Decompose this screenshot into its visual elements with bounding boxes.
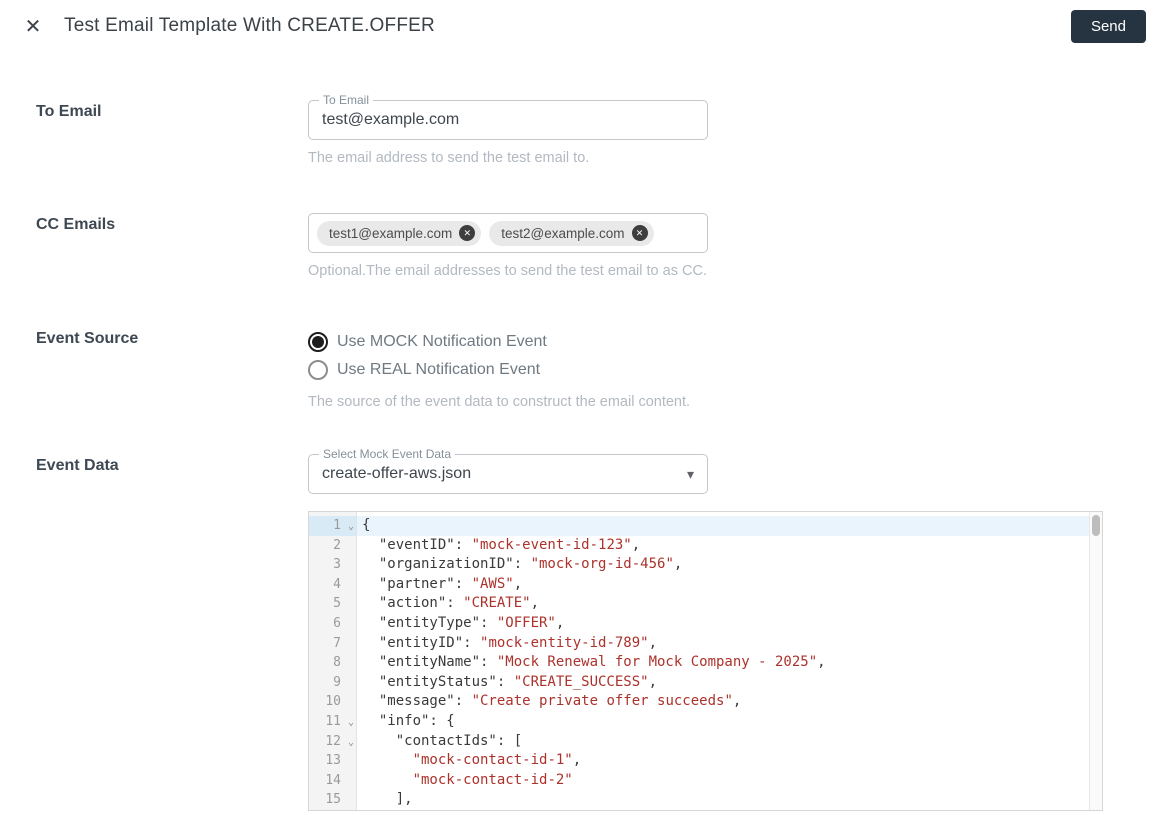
event-source-row: Event Source Use MOCK Notification Event… — [36, 327, 1155, 410]
editor-code-line[interactable]: "mock-contact-id-1", — [357, 751, 1102, 771]
editor-scrollbar[interactable] — [1089, 512, 1102, 810]
editor-line-number: 6 — [333, 615, 341, 631]
fold-toggle-icon[interactable]: ⌄ — [348, 713, 354, 733]
cc-email-chip-label: test2@example.com — [501, 225, 625, 241]
editor-code-line[interactable]: "entityStatus": "CREATE_SUCCESS", — [357, 673, 1102, 693]
to-email-row-label: To Email — [36, 103, 102, 120]
fold-toggle-icon[interactable]: ⌄ — [348, 733, 354, 753]
page-title: Test Email Template With CREATE.OFFER — [64, 15, 435, 36]
event-source-row-label: Event Source — [36, 330, 139, 347]
editor-line-number: 8 — [333, 655, 341, 671]
editor-code-line[interactable]: "partner": "AWS", — [357, 575, 1102, 595]
radio-mock-event-label: Use MOCK Notification Event — [337, 333, 547, 350]
to-email-helper-text: The email address to send the test email… — [308, 150, 590, 166]
editor-code-line[interactable]: "action": "CREATE", — [357, 594, 1102, 614]
cc-email-chip[interactable]: test2@example.com ✕ — [489, 220, 654, 246]
editor-code-line[interactable]: ], — [357, 790, 1102, 810]
editor-code-line[interactable]: "entityName": "Mock Renewal for Mock Com… — [357, 653, 1102, 673]
editor-line-number: 4 — [333, 576, 341, 592]
radio-real-event-label: Use REAL Notification Event — [337, 361, 541, 378]
code-editor[interactable]: 1 ⌄ 2 3 4 5 6 7 8 9 10 11 ⌄ 12 ⌄ 13 14 15 { "eventID": "m… — [308, 511, 1103, 811]
cc-email-chip-label: test1@example.com — [329, 225, 453, 241]
editor-scrollbar-thumb[interactable] — [1092, 515, 1100, 536]
to-email-row: To Email To Email The email address to s… — [36, 93, 1155, 166]
cc-emails-helper-text: Optional.The email addresses to send the… — [308, 263, 707, 279]
editor-code-line[interactable]: "message": "Create private offer succeed… — [357, 692, 1102, 712]
editor-code-line[interactable]: { — [357, 516, 1102, 536]
editor-code-line[interactable]: "info": { — [357, 712, 1102, 732]
editor-line-number: 9 — [333, 674, 341, 690]
cc-emails-row: CC Emails test1@example.com ✕ test2@exam… — [36, 213, 1155, 279]
event-data-row-label: Event Data — [36, 457, 119, 474]
cc-emails-row-label: CC Emails — [36, 216, 116, 233]
editor-code-line[interactable]: "contactIds": [ — [357, 732, 1102, 752]
editor-line-number: 11 ⌄ — [309, 712, 356, 732]
to-email-field: To Email — [308, 93, 708, 140]
editor-line-number: 13 — [325, 753, 341, 769]
editor-code-line[interactable]: "entityType": "OFFER", — [357, 614, 1102, 634]
chip-remove-icon[interactable]: ✕ — [459, 225, 476, 241]
chevron-down-icon[interactable]: ▾ — [687, 466, 694, 483]
editor-line-number: 3 — [333, 557, 341, 573]
to-email-float-label: To Email — [319, 93, 374, 107]
radio-unselected-icon — [308, 360, 328, 380]
test-email-form: To Email To Email The email address to s… — [0, 93, 1155, 811]
editor-line-number: 1 ⌄ — [309, 516, 356, 536]
close-icon[interactable]: ✕ — [19, 13, 47, 41]
chip-remove-icon[interactable]: ✕ — [631, 225, 648, 241]
editor-line-number: 15 — [325, 792, 341, 808]
editor-line-number: 10 — [325, 694, 341, 710]
editor-line-number: 7 — [333, 635, 341, 651]
radio-mock-event[interactable]: Use MOCK Notification Event — [308, 328, 1155, 356]
mock-event-data-select-label: Select Mock Event Data — [319, 447, 456, 461]
editor-line-number: 2 — [333, 537, 341, 553]
editor-code-line[interactable]: "eventID": "mock-event-id-123", — [357, 536, 1102, 556]
cc-emails-field[interactable]: test1@example.com ✕ test2@example.com ✕ — [308, 213, 708, 253]
send-button[interactable]: Send — [1070, 10, 1146, 43]
editor-code-line[interactable]: "mock-contact-id-2" — [357, 771, 1102, 791]
editor-code[interactable]: { "eventID": "mock-event-id-123", "organ… — [357, 512, 1102, 810]
cc-email-chip[interactable]: test1@example.com ✕ — [317, 220, 482, 246]
radio-real-event[interactable]: Use REAL Notification Event — [308, 356, 1155, 384]
editor-line-number: 12 ⌄ — [309, 732, 356, 752]
fold-toggle-icon[interactable]: ⌄ — [348, 517, 354, 537]
editor-line-number: 5 — [333, 596, 341, 612]
editor-line-number: 14 — [325, 772, 341, 788]
event-source-radio-group: Use MOCK Notification Event Use REAL Not… — [308, 327, 1155, 384]
dialog-header: ✕ Test Email Template With CREATE.OFFER … — [0, 0, 1155, 54]
radio-selected-icon — [308, 332, 328, 352]
editor-code-line[interactable]: "organizationID": "mock-org-id-456", — [357, 555, 1102, 575]
event-data-row: Event Data Select Mock Event Data create… — [36, 447, 1155, 811]
editor-gutter: 1 ⌄ 2 3 4 5 6 7 8 9 10 11 ⌄ 12 ⌄ 13 14 15 — [309, 512, 357, 810]
mock-event-data-select[interactable]: Select Mock Event Data create-offer-aws.… — [308, 447, 708, 494]
editor-code-line[interactable]: "entityID": "mock-entity-id-789", — [357, 634, 1102, 654]
event-source-helper-text: The source of the event data to construc… — [308, 394, 691, 410]
